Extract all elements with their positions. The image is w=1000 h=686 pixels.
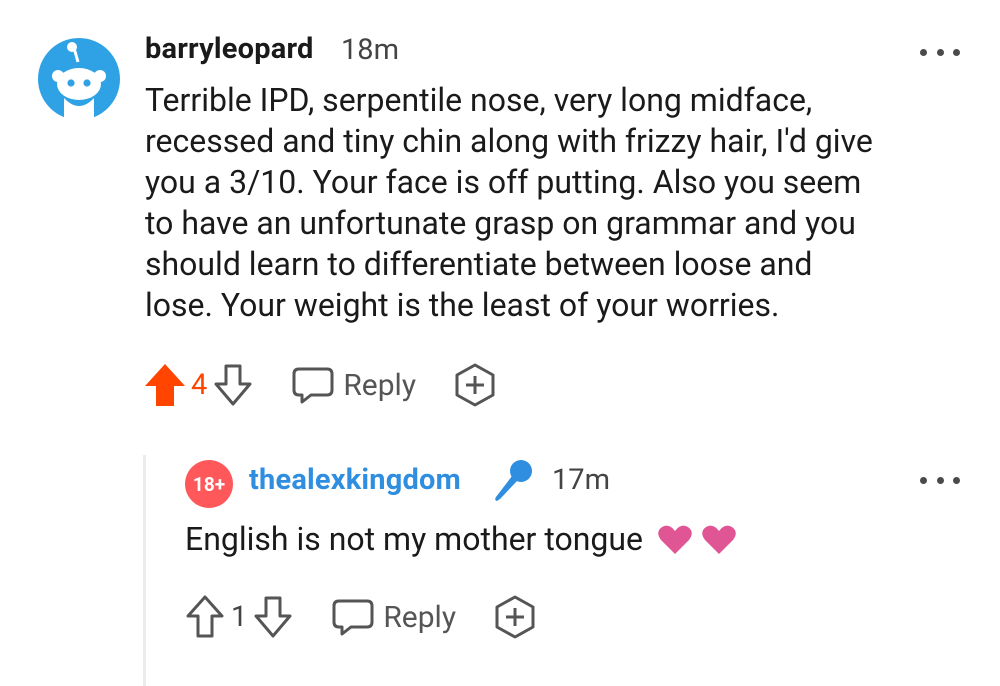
more-dot-icon (953, 476, 960, 484)
comment-username[interactable]: barryleopard (145, 32, 314, 66)
upvote-icon[interactable] (143, 362, 187, 408)
more-dot-icon (920, 476, 927, 484)
vote-count: 4 (191, 368, 208, 402)
downvote-icon[interactable] (251, 594, 295, 640)
upvote-icon[interactable] (183, 594, 227, 640)
comment-body: Terrible IPD, serpentile nose, very long… (145, 80, 985, 326)
comment-body-line: you a 3/10. Your face is off putting. Al… (145, 163, 862, 201)
more-dot-icon (936, 48, 944, 56)
reply-timestamp: 17m (552, 463, 611, 497)
comment-body-line: lose. Your weight is the least of your w… (145, 286, 780, 324)
reply-body-text: English is not my mother tongue (185, 520, 643, 558)
reply-body: English is not my mother tongue (185, 519, 737, 560)
reply-button[interactable]: Reply (331, 597, 456, 637)
snoo-avatar-icon (38, 38, 120, 120)
reply-username[interactable]: thealexkingdom (249, 463, 461, 497)
reply-more-options-button[interactable] (920, 470, 960, 490)
more-options-button[interactable] (920, 42, 960, 62)
more-dot-icon (953, 48, 960, 56)
microphone-icon (495, 460, 532, 501)
thread-line[interactable] (143, 455, 146, 686)
speech-bubble-icon (292, 367, 334, 404)
heart-icon (658, 525, 692, 554)
reply-label: Reply (383, 599, 457, 635)
comment-body-line: recessed and tiny chin along with frizzy… (145, 122, 873, 160)
nsfw-badge: 18+ (185, 460, 233, 508)
comment: barryleopard 18m Terrible IPD, serpentil… (0, 0, 1000, 430)
award-add-icon[interactable] (492, 594, 538, 640)
heart-icon (702, 525, 736, 554)
reply-actions: 1 Reply (183, 594, 538, 640)
reply-button[interactable]: Reply (291, 365, 416, 405)
more-dot-icon (936, 476, 944, 484)
comment-actions: 4 Reply (143, 362, 498, 408)
comment-body-line: Terrible IPD, serpentile nose, very long… (145, 81, 813, 119)
award-add-icon[interactable] (452, 362, 498, 408)
avatar[interactable] (38, 38, 120, 120)
more-dot-icon (920, 48, 927, 56)
downvote-icon[interactable] (211, 362, 255, 408)
vote-count: 1 (231, 600, 248, 634)
comment-body-line: to have an unfortunate grasp on grammar … (145, 204, 856, 242)
speech-bubble-icon (332, 599, 374, 636)
comment-body-line: should learn to differentiate between lo… (145, 245, 813, 283)
comment-timestamp: 18m (341, 33, 400, 67)
reply-label: Reply (343, 367, 417, 403)
